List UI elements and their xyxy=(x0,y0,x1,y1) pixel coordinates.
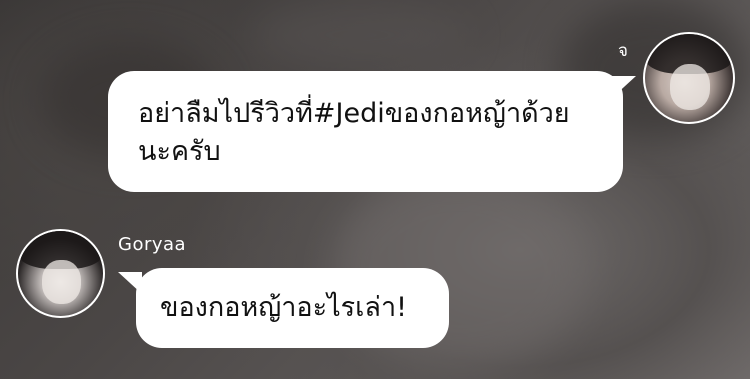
background-blur xyxy=(250,0,470,70)
sender-name: จ xyxy=(618,41,628,61)
avatar-photo xyxy=(669,63,711,110)
message-text: อย่าลืมไปรีวิวที่#Jediของกอหญ้าด้วยนะครั… xyxy=(138,98,570,167)
avatar[interactable] xyxy=(16,229,105,318)
avatar[interactable] xyxy=(643,32,735,124)
sender-name: Goryaa xyxy=(118,234,187,255)
message-bubble[interactable]: อย่าลืมไปรีวิวที่#Jediของกอหญ้าด้วยนะครั… xyxy=(108,71,623,192)
avatar-photo xyxy=(41,259,81,305)
message-bubble[interactable]: ของกอหญ้าอะไรเล่า! xyxy=(136,268,449,348)
message-text: ของกอหญ้าอะไรเล่า! xyxy=(160,292,407,323)
